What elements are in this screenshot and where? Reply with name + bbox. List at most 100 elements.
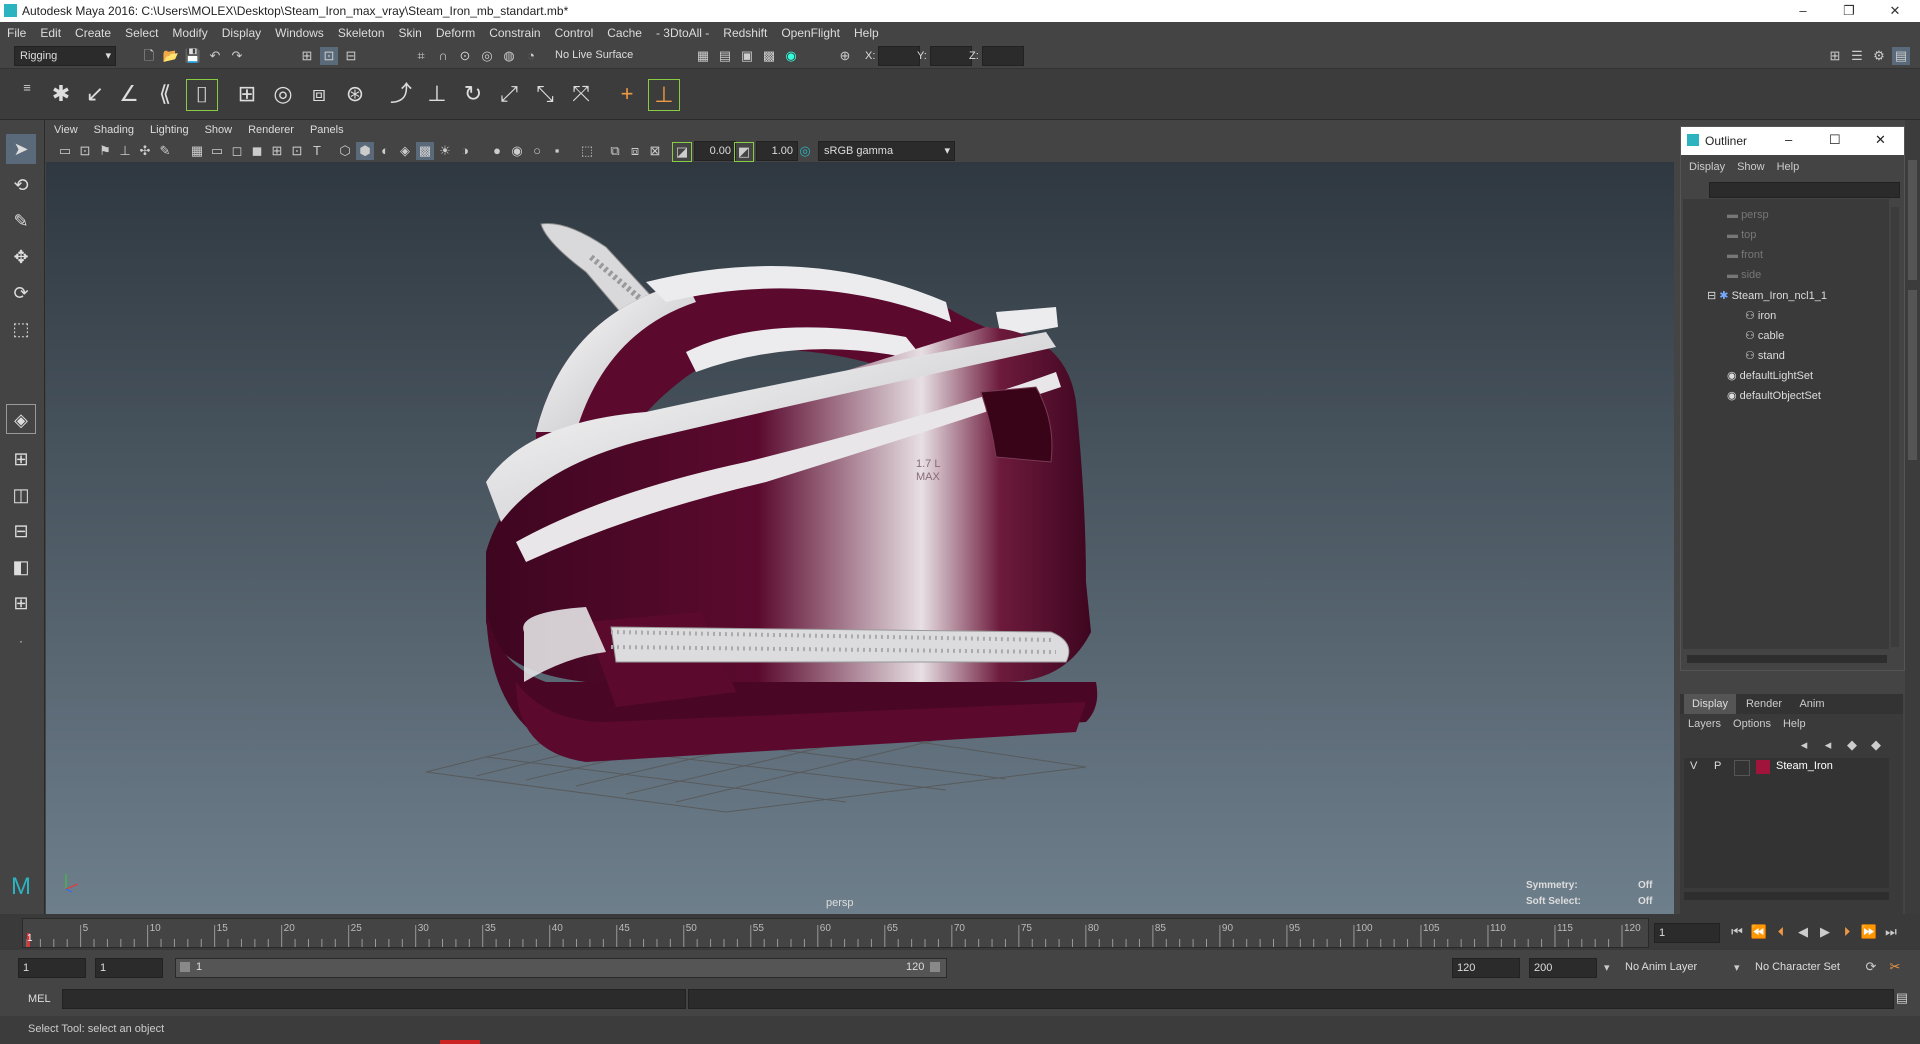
- menu-windows[interactable]: Windows: [268, 22, 331, 44]
- play-forwards-icon[interactable]: ▶: [1816, 923, 1834, 941]
- tree-item-persp[interactable]: ▬ persp: [1727, 209, 1769, 221]
- tree-item-top[interactable]: ▬ top: [1727, 229, 1756, 241]
- step-back-frame-icon[interactable]: ⏪: [1750, 923, 1768, 941]
- default-material-icon[interactable]: ◐: [376, 142, 394, 160]
- xray-joints-icon[interactable]: ⧈: [626, 142, 644, 160]
- persp-graph-icon[interactable]: ⊟: [6, 516, 36, 546]
- gamma-icon[interactable]: ◩: [734, 142, 754, 162]
- outliner-persp-icon[interactable]: ⊞: [6, 588, 36, 618]
- xray-components-icon[interactable]: ⊠: [646, 142, 664, 160]
- panel-menu-lighting[interactable]: Lighting: [142, 120, 197, 140]
- go-to-start-icon[interactable]: ⏮: [1728, 923, 1746, 941]
- color-space-dropdown[interactable]: sRGB gamma ▾: [818, 141, 955, 161]
- bookmark-icon[interactable]: ⚑: [96, 142, 114, 160]
- film-gate-icon[interactable]: ▭: [208, 142, 226, 160]
- tool-settings-icon[interactable]: ⚙: [1870, 47, 1888, 65]
- aim-constraint-icon[interactable]: ⤡: [530, 79, 560, 109]
- menu-constrain[interactable]: Constrain: [482, 22, 547, 44]
- layer-color-swatch[interactable]: [1756, 760, 1770, 774]
- menu-create[interactable]: Create: [68, 22, 118, 44]
- menu-skeleton[interactable]: Skeleton: [331, 22, 392, 44]
- tree-item-steam-iron[interactable]: ⊟ ✱ Steam_Iron_ncl1_1: [1707, 289, 1827, 302]
- attribute-editor-tab[interactable]: [1908, 160, 1917, 280]
- bind-skin-icon[interactable]: ⊞: [232, 79, 262, 109]
- menu-3dtoall[interactable]: - 3DtoAll -: [649, 22, 716, 44]
- auto-key-icon[interactable]: ⟳: [1862, 958, 1880, 976]
- minimize-icon[interactable]: –: [1785, 132, 1792, 147]
- render-view-icon[interactable]: ◉: [782, 47, 800, 65]
- render-settings-icon[interactable]: ▣: [738, 47, 756, 65]
- isolate-select-icon[interactable]: ⬚: [578, 142, 596, 160]
- open-scene-icon[interactable]: 📂: [162, 47, 180, 65]
- tab-anim[interactable]: Anim: [1792, 694, 1832, 714]
- motion-blur-icon[interactable]: ◉: [508, 142, 526, 160]
- go-to-end-icon[interactable]: ⏭: [1882, 923, 1900, 941]
- outliner-menu-show[interactable]: Show: [1737, 161, 1765, 173]
- color-management-icon[interactable]: ◎: [796, 142, 814, 160]
- image-plane-icon[interactable]: ⊥: [116, 142, 134, 160]
- snap-live-icon[interactable]: ◔: [522, 47, 540, 65]
- hik-icon[interactable]: ⊥: [648, 79, 680, 111]
- select-component-icon[interactable]: ⊟: [342, 47, 360, 65]
- y-field[interactable]: [930, 46, 972, 66]
- move-layer-up-icon[interactable]: ◂: [1796, 736, 1812, 754]
- safe-title-icon[interactable]: T: [308, 142, 326, 160]
- tab-render[interactable]: Render: [1740, 694, 1788, 714]
- exposure-icon[interactable]: ◪: [672, 142, 692, 162]
- command-input[interactable]: [62, 989, 686, 1009]
- x-field[interactable]: [878, 46, 920, 66]
- anim-start-field[interactable]: 1: [18, 958, 86, 978]
- more-layouts-icon[interactable]: ·: [6, 626, 36, 656]
- insert-joint-icon[interactable]: ⟪: [150, 79, 180, 109]
- smooth-bind-icon[interactable]: ◎: [268, 79, 298, 109]
- anim-end-field[interactable]: 200: [1529, 958, 1597, 978]
- locator-icon[interactable]: +: [612, 79, 642, 109]
- grid-icon[interactable]: ▦: [188, 142, 206, 160]
- menu-redshift[interactable]: Redshift: [716, 22, 774, 44]
- tree-item-cable[interactable]: ⚇ cable: [1745, 329, 1784, 342]
- step-back-key-icon[interactable]: ⏴: [1772, 923, 1790, 941]
- camera-attr-icon[interactable]: ⊡: [76, 142, 94, 160]
- textured-icon[interactable]: ▩: [416, 142, 434, 160]
- live-surface-field[interactable]: No Live Surface: [550, 46, 655, 64]
- layer-playback-toggle[interactable]: P: [1714, 760, 1721, 772]
- menu-display[interactable]: Display: [215, 22, 268, 44]
- layer-menu-help[interactable]: Help: [1783, 718, 1806, 730]
- joint-tool-icon[interactable]: ✱: [46, 79, 76, 109]
- step-forward-key-icon[interactable]: ⏵: [1838, 923, 1856, 941]
- outliner-filter-input[interactable]: [1709, 182, 1900, 198]
- grease-pencil-icon[interactable]: ✎: [156, 142, 174, 160]
- field-chart-icon[interactable]: ⊞: [268, 142, 286, 160]
- snap-grid-icon[interactable]: ⌗: [412, 47, 430, 65]
- smooth-shade-icon[interactable]: ⬢: [356, 142, 374, 160]
- select-tool-icon[interactable]: ➤: [6, 134, 36, 164]
- point-constraint-icon[interactable]: ⊥: [422, 79, 452, 109]
- cluster-icon[interactable]: ⊛: [340, 79, 370, 109]
- channel-box-tab[interactable]: [1908, 290, 1917, 460]
- ik-handle-icon[interactable]: ↙: [80, 79, 110, 109]
- playback-end-field[interactable]: 120: [1452, 958, 1520, 978]
- layer-menu-layers[interactable]: Layers: [1688, 718, 1721, 730]
- rotate-tool-icon[interactable]: ⟳: [6, 278, 36, 308]
- modeling-toolkit-icon[interactable]: ⊞: [1826, 47, 1844, 65]
- menu-deform[interactable]: Deform: [429, 22, 482, 44]
- undo-icon[interactable]: ↶: [206, 47, 224, 65]
- new-scene-icon[interactable]: 🗋: [140, 47, 158, 65]
- menu-control[interactable]: Control: [548, 22, 601, 44]
- range-slider-bar[interactable]: 1 120: [175, 958, 947, 978]
- parent-constraint-icon[interactable]: ⤴: [386, 79, 416, 109]
- tree-item-iron[interactable]: ⚇ iron: [1745, 309, 1776, 322]
- move-layer-down-icon[interactable]: ◂: [1820, 736, 1836, 754]
- snap-surface-icon[interactable]: ◍: [500, 47, 518, 65]
- layer-menu-options[interactable]: Options: [1733, 718, 1771, 730]
- screen-space-ao-icon[interactable]: ●: [488, 142, 506, 160]
- outliner-menu-help[interactable]: Help: [1777, 161, 1800, 173]
- time-slider[interactable]: 5 10 15 20 25 30 35 40 45 50 55 60 65 70 75 80 85 90 95 100…: [0, 914, 1920, 950]
- safe-action-icon[interactable]: ⊡: [288, 142, 306, 160]
- panel-menu-renderer[interactable]: Renderer: [240, 120, 302, 140]
- menu-modify[interactable]: Modify: [165, 22, 214, 44]
- persp-hypershade-icon[interactable]: ◧: [6, 552, 36, 582]
- outliner-hscrollbar[interactable]: [1687, 655, 1887, 663]
- character-set-dropdown[interactable]: No Character Set: [1750, 958, 1865, 976]
- gamma-field[interactable]: 1.00: [756, 141, 798, 161]
